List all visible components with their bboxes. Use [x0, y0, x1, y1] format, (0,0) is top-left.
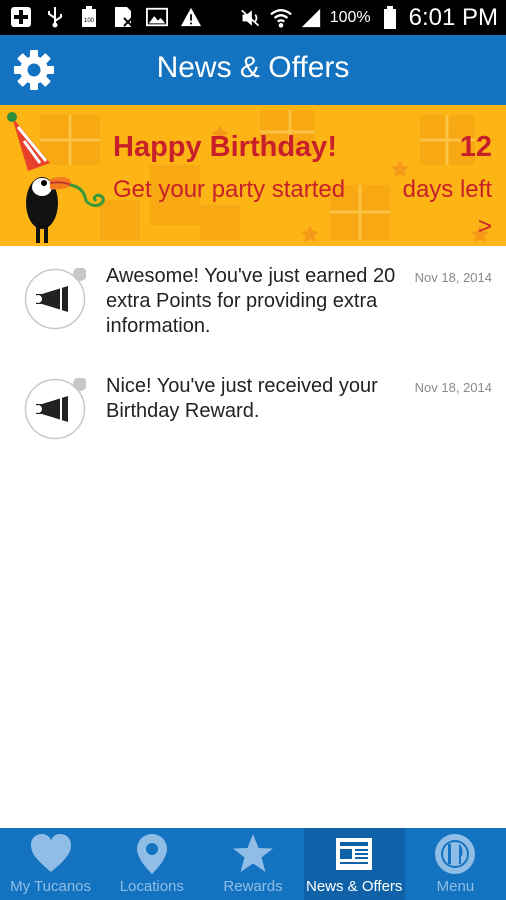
nav-my-tucanos[interactable]: My Tucanos — [0, 828, 101, 900]
nav-label: My Tucanos — [10, 878, 92, 895]
sim-card-icon — [112, 6, 134, 28]
wifi-icon — [269, 7, 292, 29]
newspaper-icon — [336, 838, 373, 870]
app-header: News & Offers — [0, 35, 506, 105]
news-date: Nov 18, 2014 — [414, 270, 492, 285]
nav-news-offers[interactable]: News & Offers — [303, 828, 405, 900]
horn-icon — [24, 378, 86, 440]
news-message: Awesome! You've just earned 20 extra Poi… — [106, 265, 396, 337]
chevron-right-icon[interactable]: > — [478, 213, 492, 241]
birthday-title: Happy Birthday! — [113, 131, 337, 163]
status-bar: 100 100% 6:01 PM — [0, 0, 506, 35]
birthday-banner[interactable]: Happy Birthday! Get your party started 1… — [0, 105, 506, 246]
battery-full-icon: 100 — [78, 6, 100, 28]
signal-icon — [300, 7, 322, 29]
add-icon — [10, 6, 32, 28]
clock: 6:01 PM — [408, 4, 498, 31]
bottom-navigation: My Tucanos Locations Rewards News & Offe… — [0, 828, 506, 900]
system-icons: 100% 6:01 PM — [240, 4, 498, 32]
notification-icons: 100 — [10, 6, 202, 28]
news-item[interactable]: Awesome! You've just earned 20 extra Poi… — [0, 246, 506, 356]
location-pin-icon — [136, 834, 167, 874]
horn-icon — [24, 268, 86, 330]
nav-label: Rewards — [223, 878, 283, 895]
news-date: Nov 18, 2014 — [414, 380, 492, 395]
svg-text:100: 100 — [84, 18, 95, 24]
news-message: Nice! You've just received your Birthday… — [106, 375, 378, 422]
birthday-subtitle: Get your party started — [113, 176, 346, 203]
star-icon — [233, 834, 273, 872]
nav-label: Menu — [436, 878, 475, 895]
nav-locations[interactable]: Locations — [101, 828, 202, 900]
nav-rewards[interactable]: Rewards — [202, 828, 303, 900]
plate-icon — [435, 834, 476, 874]
battery-percent: 100% — [329, 9, 371, 26]
toucan-mascot-icon — [7, 112, 105, 243]
days-left-label: days left — [402, 176, 492, 203]
nav-menu[interactable]: Menu — [405, 828, 506, 900]
mute-icon — [240, 7, 262, 29]
nav-label: Locations — [119, 878, 184, 895]
news-item[interactable]: Nice! You've just received your Birthday… — [0, 356, 506, 466]
nav-label: News & Offers — [306, 878, 403, 895]
image-icon — [146, 6, 168, 28]
usb-icon — [44, 6, 66, 28]
warning-icon — [180, 6, 202, 28]
heart-icon — [30, 834, 71, 872]
page-title: News & Offers — [156, 51, 350, 84]
battery-icon — [379, 6, 401, 29]
days-left-count: 12 — [459, 131, 492, 163]
